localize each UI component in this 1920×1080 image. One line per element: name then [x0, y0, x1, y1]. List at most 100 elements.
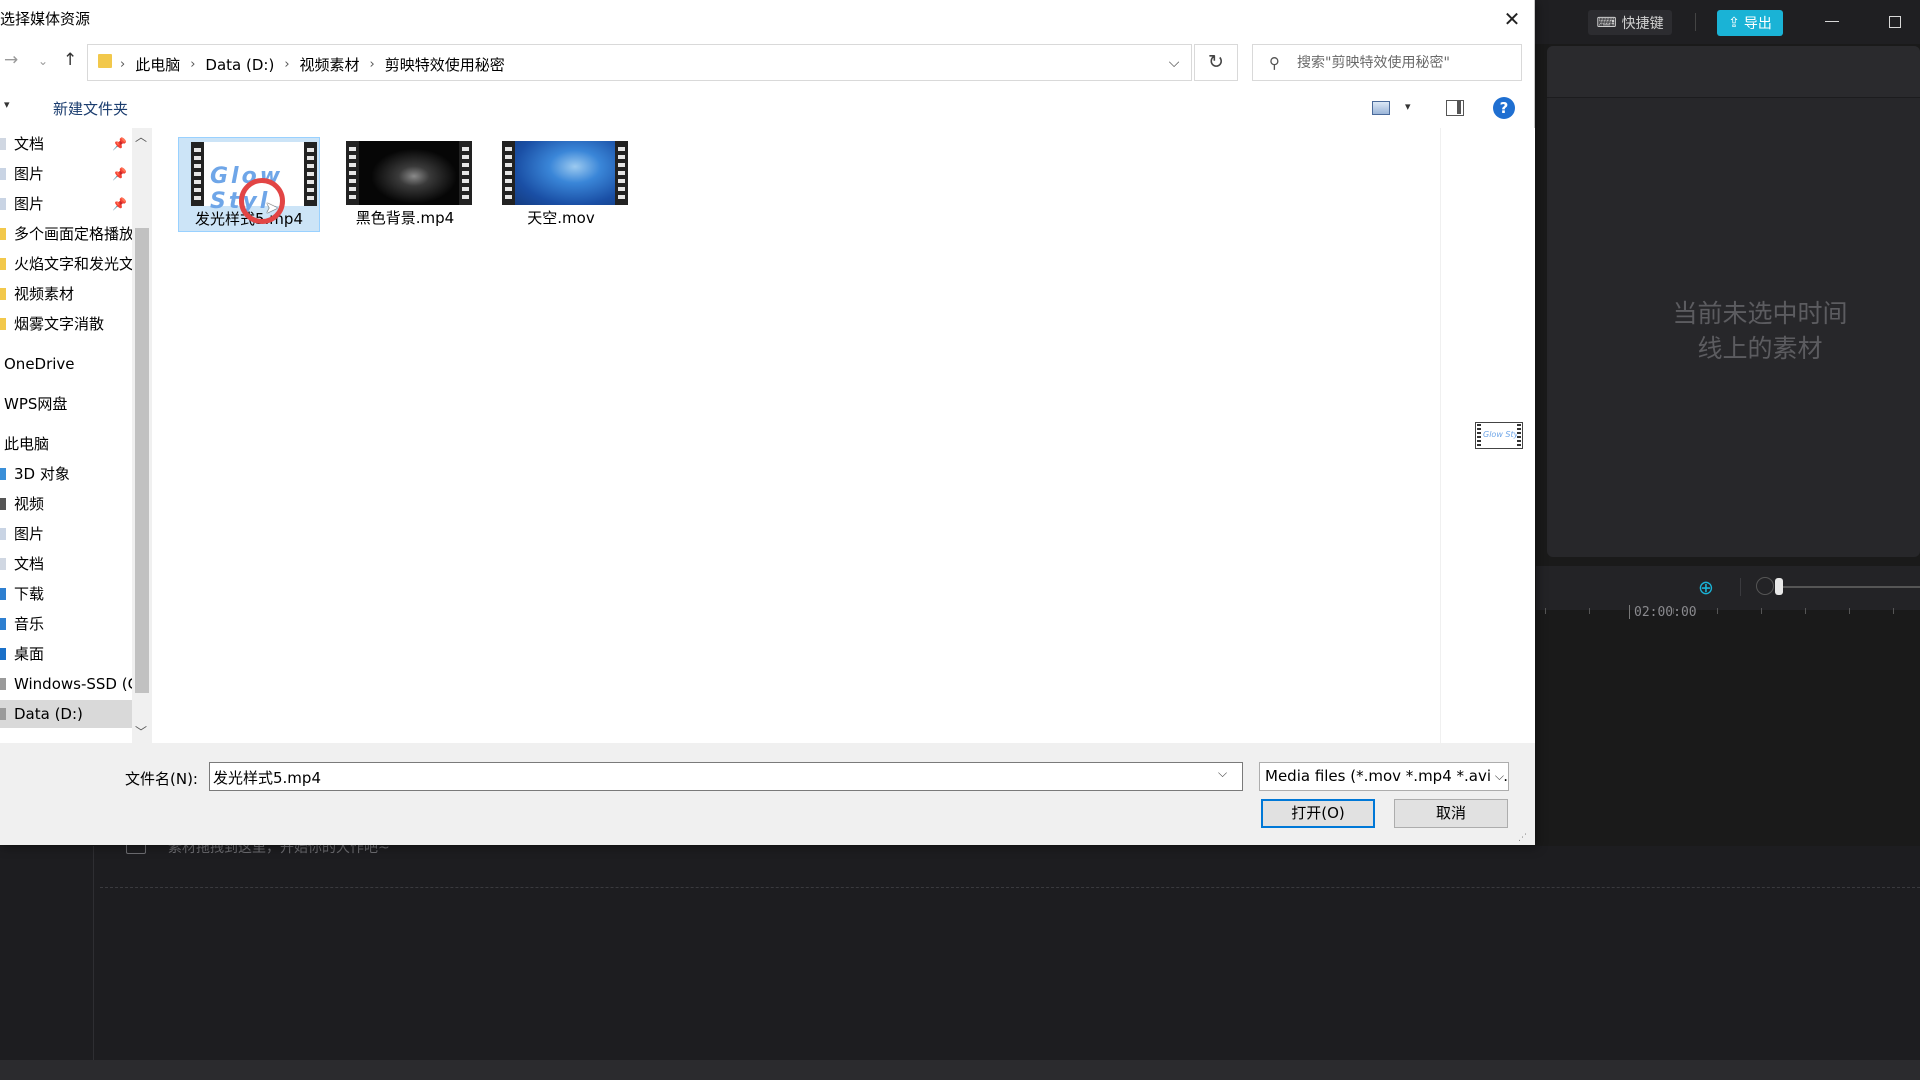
folder-icon: [0, 318, 6, 330]
nav-item-this-pc[interactable]: 此电脑: [0, 430, 132, 458]
zoom-slider-track[interactable]: [1776, 586, 1920, 588]
chevron-right-icon: ›: [120, 57, 126, 72]
search-box[interactable]: ⚲: [1252, 44, 1522, 81]
nav-item-wps-drive[interactable]: WPS网盘: [0, 390, 132, 418]
file-list[interactable]: Glow Styl 发光样式5.mp4 ➤ 黑色背景.mp4 天空.mov: [154, 128, 1440, 743]
organize-dropdown-icon[interactable]: ▾: [4, 98, 10, 111]
scroll-up-icon[interactable]: ︿: [135, 128, 147, 145]
nav-item-folder[interactable]: 多个画面定格播放: [0, 220, 132, 248]
picture-icon: [0, 198, 6, 210]
search-icon: ⚲: [1269, 54, 1280, 72]
video-thumbnail: [346, 141, 472, 205]
nav-item-3d-objects[interactable]: 3D 对象: [0, 460, 132, 488]
nav-item-documents-2[interactable]: 文档: [0, 550, 132, 578]
nav-item-downloads[interactable]: 下载: [0, 580, 132, 608]
music-icon: [0, 618, 6, 630]
nav-item-folder[interactable]: 烟雾文字消散: [0, 310, 132, 338]
nav-item-drive-d[interactable]: Data (D:): [0, 700, 132, 728]
nav-item-folder[interactable]: 火焰文字和发光文字: [0, 250, 132, 278]
nav-item-label: Windows-SSD (C:): [14, 675, 132, 693]
picture-icon: [0, 528, 6, 540]
file-type-value: Media files (*.mov *.mp4 *.avi *.mkv): [1265, 767, 1508, 785]
film-icon: [0, 498, 6, 510]
cancel-button[interactable]: 取消: [1394, 799, 1508, 828]
picture-icon: [0, 168, 6, 180]
snap-icon[interactable]: ⊕: [1698, 577, 1714, 599]
file-open-dialog: 选择媒体资源 ✕ → ⌄ ↑ › 此电脑 › Data (D:) › 视频素材 …: [0, 0, 1535, 845]
filename-input[interactable]: [213, 766, 1213, 788]
nav-item-videos[interactable]: 视频: [0, 490, 132, 518]
file-item[interactable]: Glow Styl 发光样式5.mp4 ➤: [178, 137, 320, 232]
nav-item-desktop[interactable]: 桌面: [0, 640, 132, 668]
nav-item-pictures[interactable]: 图片 📌: [0, 160, 132, 188]
zoom-slider-handle[interactable]: [1775, 578, 1783, 595]
preview-pane-icon[interactable]: [1446, 100, 1464, 116]
app-bottom-bar: [0, 1060, 1920, 1080]
nav-item-music[interactable]: 音乐: [0, 610, 132, 638]
export-button[interactable]: ⇪ 导出: [1717, 10, 1783, 36]
chevron-right-icon[interactable]: ›: [370, 57, 375, 72]
shortcut-button[interactable]: ⌨ 快捷键: [1588, 10, 1672, 35]
nav-item-label: 3D 对象: [14, 465, 70, 483]
nav-item-label: 图片: [14, 195, 45, 213]
up-arrow-icon[interactable]: ↑: [63, 50, 77, 70]
chevron-down-icon[interactable]: ⌵: [1218, 766, 1227, 781]
help-icon[interactable]: ?: [1493, 97, 1515, 119]
zoom-out-icon[interactable]: [1756, 577, 1774, 595]
nav-item-label: OneDrive: [4, 355, 75, 373]
nav-item-label: 视频: [14, 495, 45, 513]
nav-item-label: 烟雾文字消散: [14, 315, 105, 333]
nav-item-folder[interactable]: 视频素材: [0, 280, 132, 308]
search-input[interactable]: [1297, 51, 1515, 75]
nav-item-drive-c[interactable]: Windows-SSD (C:): [0, 670, 132, 698]
breadcrumb-item[interactable]: 剪映特效使用秘密: [385, 54, 505, 75]
keyboard-icon: ⌨: [1596, 14, 1617, 31]
scroll-down-icon[interactable]: ﹀: [135, 723, 147, 740]
minimize-icon[interactable]: [1825, 21, 1839, 22]
nav-item-onedrive[interactable]: OneDrive: [0, 350, 132, 378]
chevron-down-icon[interactable]: ⌵: [1162, 51, 1186, 75]
file-item[interactable]: 天空.mov: [490, 137, 632, 232]
open-button[interactable]: 打开(O): [1261, 799, 1375, 828]
nav-item-documents[interactable]: 文档 📌: [0, 130, 132, 158]
chevron-down-icon[interactable]: ⌵: [1492, 763, 1504, 790]
view-mode-dropdown-icon[interactable]: ▾: [1405, 100, 1411, 113]
nav-item-label: 文档: [14, 135, 45, 153]
scrollbar-thumb[interactable]: [135, 228, 149, 693]
properties-header: [1547, 46, 1920, 98]
ruler-tick: [1849, 608, 1850, 614]
resize-grip-icon[interactable]: ⋰: [1518, 833, 1527, 843]
document-icon: [0, 558, 6, 570]
recent-locations-icon[interactable]: ⌄: [38, 54, 48, 68]
track-drop-zone[interactable]: [100, 887, 1920, 888]
new-folder-button[interactable]: 新建文件夹: [53, 98, 128, 119]
breadcrumb-item[interactable]: Data (D:): [205, 56, 274, 74]
maximize-icon[interactable]: [1889, 16, 1901, 28]
chevron-right-icon[interactable]: ›: [284, 57, 289, 72]
chevron-right-icon[interactable]: ›: [190, 57, 195, 72]
breadcrumb: › 此电脑 › Data (D:) › 视频素材 › 剪映特效使用秘密: [120, 54, 505, 75]
refresh-icon[interactable]: ↻: [1194, 44, 1238, 81]
navigation-scrollbar[interactable]: ︿ ﹀: [132, 128, 152, 743]
nav-item-label: 文档: [14, 555, 45, 573]
file-item[interactable]: 黑色背景.mp4: [334, 137, 476, 232]
breadcrumb-item[interactable]: 视频素材: [300, 54, 360, 75]
back-arrow-icon[interactable]: →: [4, 50, 18, 70]
navigation-pane: 文档 📌 图片 📌 图片 📌 多个画面定格播放 火焰文字和发光文字 视频素材 烟…: [0, 128, 132, 743]
nav-item-pictures-2[interactable]: 图片 📌: [0, 190, 132, 218]
nav-item-label: 火焰文字和发光文字: [14, 255, 132, 273]
file-type-select[interactable]: Media files (*.mov *.mp4 *.avi *.mkv) ⌵: [1259, 762, 1509, 791]
file-name: 黑色背景.mp4: [355, 209, 455, 227]
breadcrumb-item[interactable]: 此电脑: [135, 54, 180, 75]
ruler-tick: [1673, 608, 1674, 614]
empty-message-line2: 线上的素材: [1697, 334, 1823, 363]
timeline-track-area[interactable]: [0, 846, 1920, 1060]
address-bar[interactable]: › 此电脑 › Data (D:) › 视频素材 › 剪映特效使用秘密 ⌵: [87, 44, 1192, 81]
view-mode-icon[interactable]: [1372, 101, 1390, 115]
filename-combobox[interactable]: ⌵: [209, 762, 1243, 791]
close-icon[interactable]: ✕: [1499, 6, 1525, 32]
nav-item-label: 桌面: [14, 645, 45, 663]
ruler-time-label: 02:00:00: [1634, 605, 1697, 620]
preview-pane: Glow Styl: [1440, 128, 1535, 743]
nav-item-pictures-3[interactable]: 图片: [0, 520, 132, 548]
